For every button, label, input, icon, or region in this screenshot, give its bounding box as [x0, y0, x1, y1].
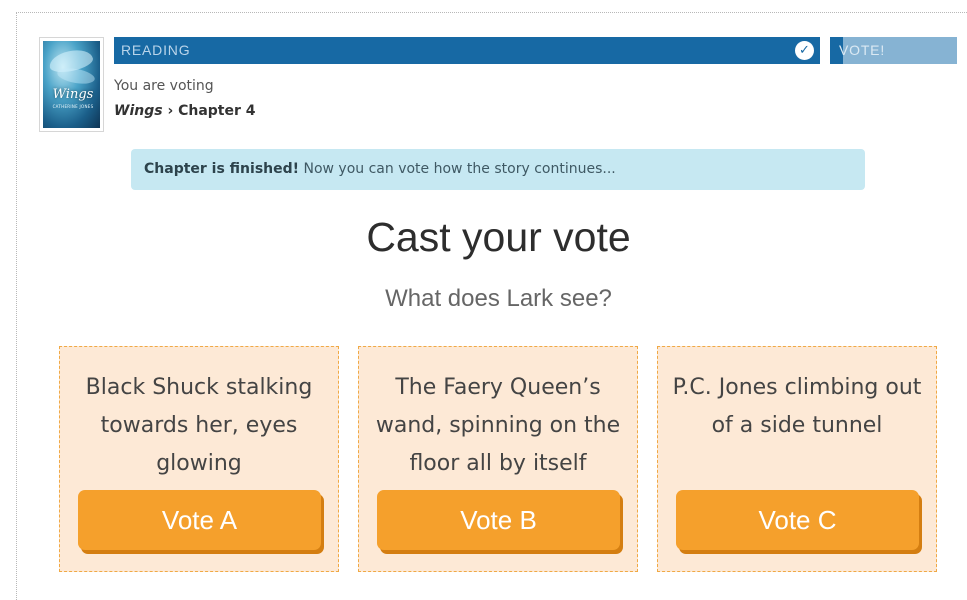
option-text: The Faery Queen’s wand, spinning on the …	[375, 375, 621, 476]
cover-title: Wings	[52, 87, 94, 102]
breadcrumb-separator: ›	[167, 103, 174, 119]
vote-progress-step: VOTE!	[830, 37, 957, 64]
option-text: P.C. Jones climbing out of a side tunnel	[672, 375, 922, 438]
book-cover[interactable]: Wings CATHERINE JONES	[39, 37, 104, 132]
check-circle-icon: ✓	[795, 41, 814, 60]
option-card-c: P.C. Jones climbing out of a side tunnel…	[657, 346, 937, 572]
page-title: Cast your vote	[366, 214, 631, 260]
reading-progress-step: READING ✓	[114, 37, 820, 64]
breadcrumb-book-title[interactable]: Wings	[114, 103, 163, 119]
breadcrumb: Wings › Chapter 4	[114, 103, 256, 119]
option-text: Black Shuck stalking towards her, eyes g…	[85, 375, 313, 476]
alert-strong-text: Chapter is finished!	[144, 161, 300, 177]
alert-text: Now you can vote how the story continues…	[299, 161, 616, 177]
chapter-finished-alert: Chapter is finished! Now you can vote ho…	[131, 149, 865, 190]
vote-label: VOTE!	[839, 42, 886, 58]
wing-graphic	[56, 65, 96, 87]
vote-c-button[interactable]: Vote C	[676, 490, 919, 550]
vote-question: What does Lark see?	[385, 285, 612, 312]
vote-b-button[interactable]: Vote B	[377, 490, 620, 550]
cover-author: CATHERINE JONES	[52, 104, 94, 109]
option-card-b: The Faery Queen’s wand, spinning on the …	[358, 346, 638, 572]
reading-label: READING	[121, 42, 191, 58]
vote-a-button[interactable]: Vote A	[78, 490, 321, 550]
voting-status: You are voting	[114, 78, 214, 94]
option-card-a: Black Shuck stalking towards her, eyes g…	[59, 346, 339, 572]
breadcrumb-chapter: Chapter 4	[178, 103, 256, 119]
cover-art: Wings CATHERINE JONES	[43, 41, 100, 128]
